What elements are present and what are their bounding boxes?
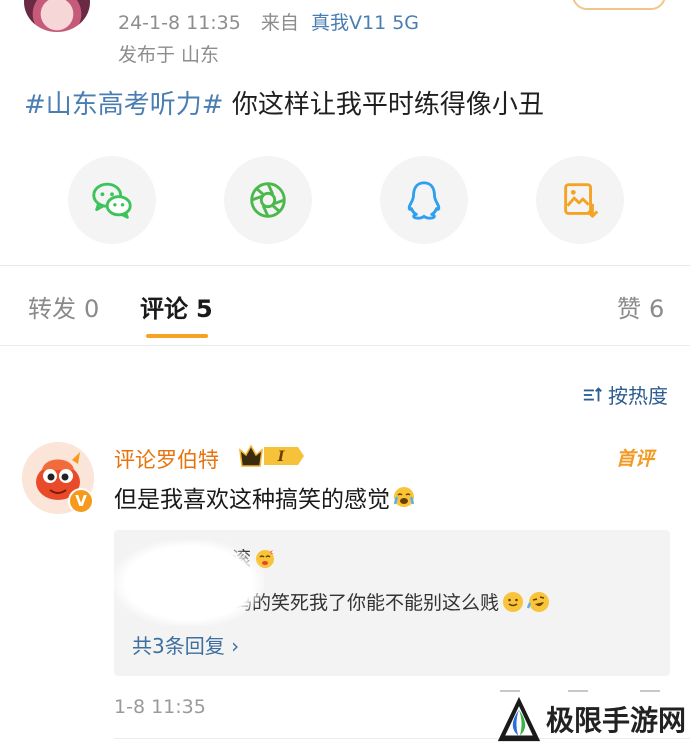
crying-laughing-emoji-icon bbox=[393, 487, 415, 507]
redacted-username-smudge bbox=[114, 540, 264, 626]
comment-text: 但是我喜欢这种搞笑的感觉 bbox=[114, 480, 416, 514]
post-timestamp: 24-1-8 11:35 bbox=[118, 12, 241, 34]
post-content: #山东高考听力# 你这样让我平时练得像小丑 bbox=[24, 84, 544, 121]
post-body: 你这样让我平时练得像小丑 bbox=[223, 90, 544, 120]
save-image-icon bbox=[564, 183, 599, 218]
tab-repost-label: 转发 bbox=[28, 295, 76, 323]
post-device[interactable]: 真我V11 5G bbox=[311, 12, 419, 34]
tab-comment-label: 评论 bbox=[140, 295, 188, 323]
laughing-tears-emoji-icon bbox=[527, 591, 550, 612]
first-comment-badge: 首评 bbox=[616, 448, 655, 470]
share-wechat-button[interactable] bbox=[68, 156, 156, 244]
sort-icon bbox=[583, 386, 602, 401]
tab-like-count: 6 bbox=[649, 295, 665, 323]
watermark-text: 极限手游网 bbox=[545, 704, 686, 737]
reply-preview-box[interactable]: 滚 尼玛的笑死我了你能不能别这么贱 共3条回复 › bbox=[114, 530, 670, 676]
tab-like[interactable]: 赞6 bbox=[617, 289, 664, 324]
save-image-button[interactable] bbox=[536, 156, 624, 244]
divider bbox=[0, 265, 690, 266]
active-tab-indicator bbox=[146, 334, 208, 338]
smile-emoji-icon bbox=[503, 591, 524, 612]
follow-button[interactable] bbox=[572, 0, 666, 10]
moments-icon bbox=[250, 182, 286, 218]
wechat-icon bbox=[92, 182, 132, 219]
tab-comment-count: 5 bbox=[196, 295, 213, 323]
sort-label: 按热度 bbox=[608, 384, 668, 408]
share-row bbox=[0, 156, 690, 244]
tab-repost-count: 0 bbox=[84, 295, 100, 323]
more-replies-link[interactable]: 共3条回复 › bbox=[132, 630, 239, 659]
topic-link[interactable]: #山东高考听力# bbox=[24, 90, 224, 120]
tab-repost[interactable]: 转发 0 bbox=[28, 289, 99, 324]
vip-level-text: I bbox=[277, 449, 285, 465]
divider bbox=[0, 345, 690, 346]
comment-body: 但是我喜欢这种搞笑的感觉 bbox=[114, 487, 390, 513]
share-qq-button[interactable] bbox=[380, 156, 468, 244]
verified-badge: V bbox=[68, 488, 94, 514]
author-avatar[interactable] bbox=[24, 0, 90, 32]
commenter-name[interactable]: 评论罗伯特 bbox=[114, 444, 219, 474]
post-location: 发布于 山东 bbox=[118, 44, 220, 66]
post-source-prefix: 来自 bbox=[260, 12, 299, 34]
post-meta: 24-1-8 11:35 来自 真我V11 5G bbox=[118, 8, 419, 35]
vip-level-badge: I bbox=[239, 444, 304, 467]
share-moments-button[interactable] bbox=[224, 156, 312, 244]
tab-like-label: 赞 bbox=[617, 295, 641, 323]
comment-timestamp: 1-8 11:35 bbox=[114, 696, 206, 718]
watermark-logo-icon bbox=[497, 696, 541, 742]
site-watermark: 极限手游网 bbox=[496, 690, 686, 748]
qq-icon bbox=[407, 181, 441, 220]
sort-by-heat-button[interactable]: 按热度 bbox=[582, 380, 668, 409]
tab-comment[interactable]: 评论 5 bbox=[140, 289, 213, 324]
